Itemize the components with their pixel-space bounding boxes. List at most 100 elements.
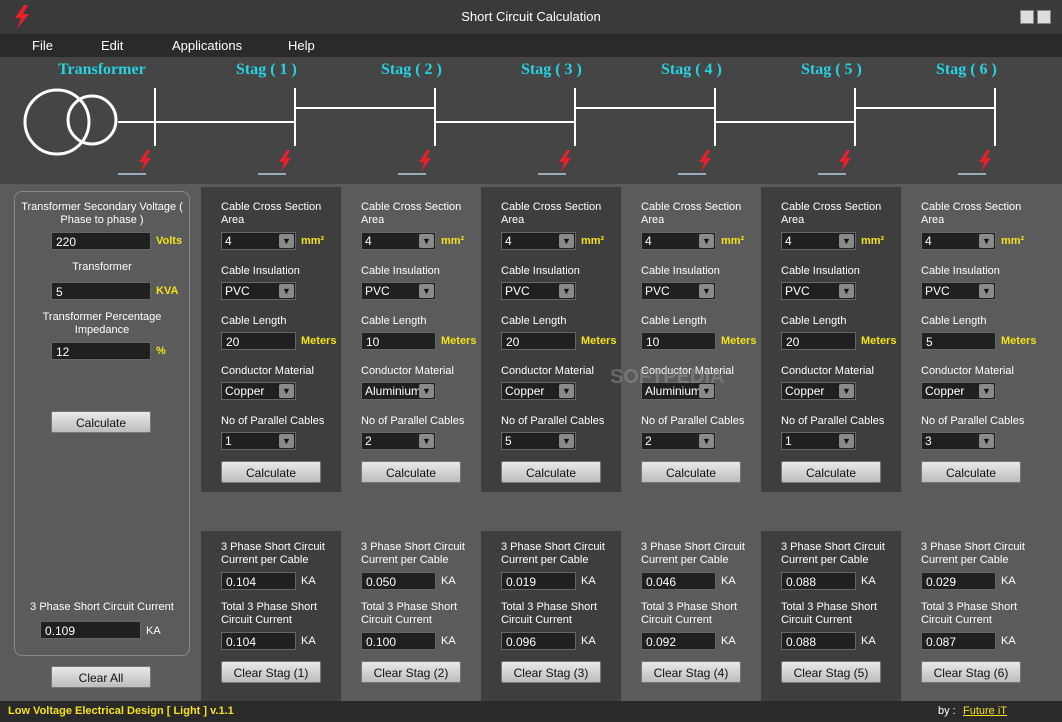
watermark-text: SOFTPEDIA: [610, 366, 725, 388]
insulation-select-stag-6-value: PVC: [925, 284, 950, 298]
ka-unit: KA: [301, 575, 316, 587]
chevron-down-icon: ▼: [699, 234, 714, 248]
material-label: Conductor Material: [501, 365, 594, 377]
voltage-input[interactable]: 220: [51, 232, 151, 250]
parallel-label: No of Parallel Cables: [501, 415, 605, 427]
calculate-button-stag-3[interactable]: Calculate: [501, 461, 601, 483]
length-input-stag-1[interactable]: 20: [221, 332, 296, 350]
cross-section-select-stag-5-value: 4: [785, 234, 792, 248]
chevron-down-icon: ▼: [979, 384, 994, 398]
ka-unit: KA: [146, 625, 161, 637]
minimize-button[interactable]: [1020, 10, 1034, 24]
chevron-down-icon: ▼: [839, 384, 854, 398]
insulation-select-stag-4[interactable]: PVC ▼: [641, 282, 716, 300]
material-select-stag-1[interactable]: Copper ▼: [221, 382, 296, 400]
cross-section-select-stag-3[interactable]: 4 ▼: [501, 232, 576, 250]
ka-unit: KA: [1001, 575, 1016, 587]
cross-section-select-stag-2[interactable]: 4 ▼: [361, 232, 436, 250]
parallel-select-stag-2[interactable]: 2 ▼: [361, 432, 436, 450]
future-it-link[interactable]: Future iT: [963, 705, 1007, 717]
length-label: Cable Length: [781, 315, 847, 327]
parallel-select-stag-6[interactable]: 3 ▼: [921, 432, 996, 450]
material-select-stag-6[interactable]: Copper ▼: [921, 382, 996, 400]
transformer-kva-input[interactable]: 5: [51, 282, 151, 300]
calculate-button-stag-2[interactable]: Calculate: [361, 461, 461, 483]
insulation-select-stag-5-value: PVC: [785, 284, 810, 298]
cross-section-label: Cable Cross Section Area: [501, 201, 602, 226]
total-label: Total 3 Phase Short Circuit Current: [221, 601, 318, 626]
menu-file[interactable]: File: [32, 38, 53, 53]
ground-mark: [398, 173, 426, 175]
calculate-button-stag-1[interactable]: Calculate: [221, 461, 321, 483]
calculate-button-stag-4[interactable]: Calculate: [641, 461, 741, 483]
length-input-stag-3[interactable]: 20: [501, 332, 576, 350]
cross-section-select-stag-3-value: 4: [505, 234, 512, 248]
clear-all-button[interactable]: Clear All: [51, 666, 151, 688]
bus-line: [715, 121, 855, 123]
parallel-select-stag-3[interactable]: 5 ▼: [501, 432, 576, 450]
impedance-input[interactable]: 12: [51, 342, 151, 360]
impedance-label: Transformer Percentage Impedance: [42, 311, 162, 336]
clear-stag-button-stag-3[interactable]: Clear Stag (3): [501, 661, 601, 683]
parallel-select-stag-4-value: 2: [645, 434, 652, 448]
fault-bolt-icon: [699, 150, 711, 172]
clear-stag-button-stag-6[interactable]: Clear Stag (6): [921, 661, 1021, 683]
bus-bar: [714, 88, 716, 146]
status-by-label: by :: [938, 705, 956, 717]
material-select-stag-3[interactable]: Copper ▼: [501, 382, 576, 400]
length-input-stag-6[interactable]: 5: [921, 332, 996, 350]
cross-section-select-stag-6[interactable]: 4 ▼: [921, 232, 996, 250]
window-title: Short Circuit Calculation: [461, 9, 601, 24]
cross-section-select-stag-5[interactable]: 4 ▼: [781, 232, 856, 250]
parallel-select-stag-4[interactable]: 2 ▼: [641, 432, 716, 450]
insulation-select-stag-6[interactable]: PVC ▼: [921, 282, 996, 300]
ground-mark: [118, 173, 146, 175]
parallel-select-stag-5[interactable]: 1 ▼: [781, 432, 856, 450]
cross-section-select-stag-1[interactable]: 4 ▼: [221, 232, 296, 250]
insulation-select-stag-3[interactable]: PVC ▼: [501, 282, 576, 300]
ground-mark: [678, 173, 706, 175]
calculate-button-stag-5[interactable]: Calculate: [781, 461, 881, 483]
meters-unit: Meters: [861, 335, 897, 347]
length-input-stag-4[interactable]: 10: [641, 332, 716, 350]
transformer-calculate-button[interactable]: Calculate: [51, 411, 151, 433]
mm2-unit: mm²: [581, 235, 605, 247]
insulation-select-stag-5[interactable]: PVC ▼: [781, 282, 856, 300]
parallel-select-stag-2-value: 2: [365, 434, 372, 448]
menu-help[interactable]: Help: [288, 38, 315, 53]
voltage-label: Transformer Secondary Voltage ( Phase to…: [21, 201, 183, 226]
chevron-down-icon: ▼: [419, 234, 434, 248]
chevron-down-icon: ▼: [279, 234, 294, 248]
chevron-down-icon: ▼: [979, 284, 994, 298]
length-label: Cable Length: [501, 315, 567, 327]
material-label: Conductor Material: [221, 365, 314, 377]
per-cable-label: 3 Phase Short Circuit Current per Cable: [501, 541, 605, 566]
calculate-button-stag-6[interactable]: Calculate: [921, 461, 1021, 483]
total-label: Total 3 Phase Short Circuit Current: [641, 601, 738, 626]
insulation-select-stag-2[interactable]: PVC ▼: [361, 282, 436, 300]
material-select-stag-5[interactable]: Copper ▼: [781, 382, 856, 400]
parallel-select-stag-1[interactable]: 1 ▼: [221, 432, 296, 450]
menu-edit[interactable]: Edit: [101, 38, 123, 53]
insulation-label: Cable Insulation: [221, 265, 300, 277]
menu-applications[interactable]: Applications: [172, 38, 242, 53]
total-output-stag-5: 0.088: [781, 632, 856, 650]
clear-stag-button-stag-5[interactable]: Clear Stag (5): [781, 661, 881, 683]
close-button[interactable]: [1037, 10, 1051, 24]
chevron-down-icon: ▼: [559, 284, 574, 298]
clear-stag-button-stag-4[interactable]: Clear Stag (4): [641, 661, 741, 683]
bus-line: [855, 107, 995, 109]
cross-section-label: Cable Cross Section Area: [921, 201, 1022, 226]
fault-bolt-icon: [279, 150, 291, 172]
length-input-stag-5[interactable]: 20: [781, 332, 856, 350]
ka-unit: KA: [581, 635, 596, 647]
clear-stag-button-stag-2[interactable]: Clear Stag (2): [361, 661, 461, 683]
insulation-select-stag-1[interactable]: PVC ▼: [221, 282, 296, 300]
material-select-stag-2[interactable]: Aluminium ▼: [361, 382, 436, 400]
length-input-stag-2[interactable]: 10: [361, 332, 436, 350]
cross-section-select-stag-4[interactable]: 4 ▼: [641, 232, 716, 250]
insulation-label: Cable Insulation: [781, 265, 860, 277]
insulation-select-stag-1-value: PVC: [225, 284, 250, 298]
clear-stag-button-stag-1[interactable]: Clear Stag (1): [221, 661, 321, 683]
mm2-unit: mm²: [301, 235, 325, 247]
